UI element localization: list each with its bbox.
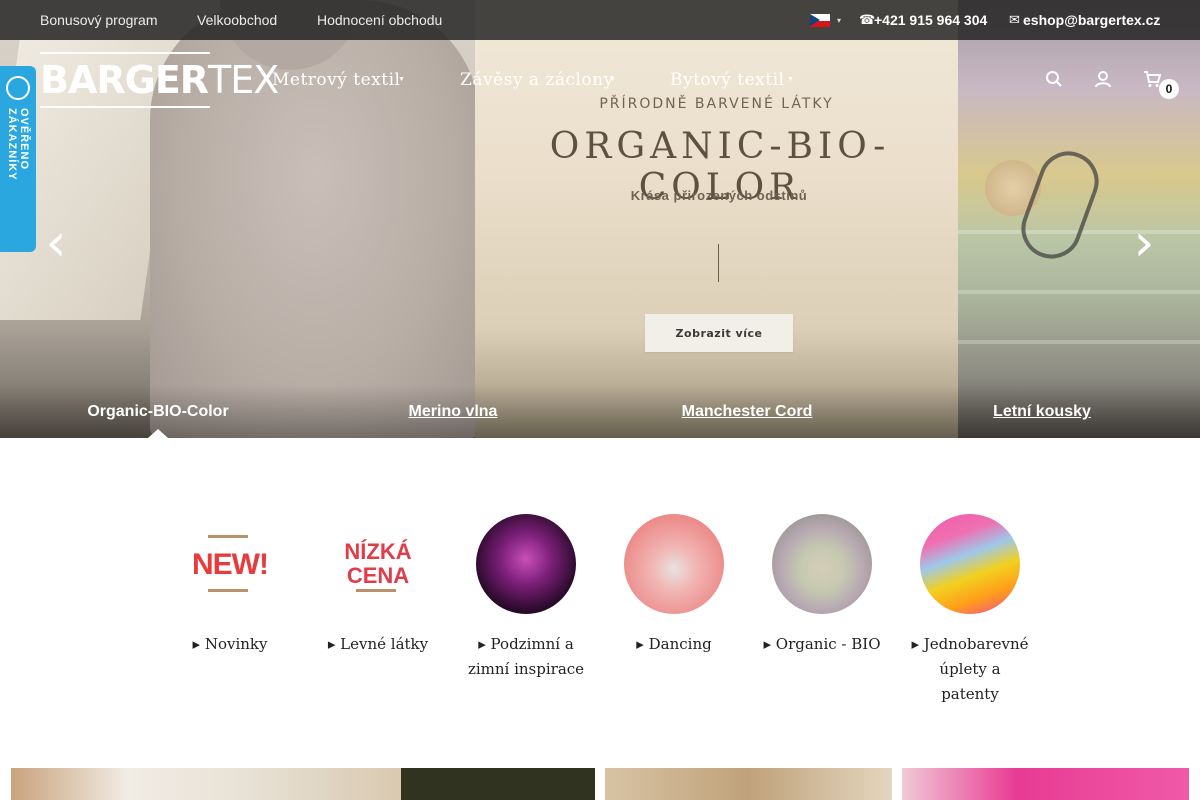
category-label: ▸ Levné látky bbox=[327, 635, 429, 653]
chevron-down-icon: ▼ bbox=[787, 76, 794, 83]
hero-banner-panel bbox=[475, 0, 958, 438]
logo[interactable]: BARGERTEX bbox=[40, 52, 279, 108]
phone-number[interactable]: +421 915 964 304 bbox=[874, 12, 987, 28]
new-badge-icon: NEW! bbox=[180, 514, 280, 614]
slider-next-icon[interactable]: › bbox=[1132, 216, 1156, 270]
hero-tab-manchester[interactable]: Manchester Cord bbox=[597, 403, 897, 421]
nav-zavesy-zaclony[interactable]: Závěsy a záclony bbox=[460, 70, 614, 90]
promo-tile-curtains[interactable] bbox=[11, 768, 401, 800]
autumn-winter-photo bbox=[476, 514, 576, 614]
cart-count-badge: 0 bbox=[1159, 79, 1179, 99]
low-price-badge-icon: NÍZKÁ CENA bbox=[328, 514, 428, 614]
flag-cz-icon[interactable] bbox=[810, 14, 830, 27]
hero-subtitle: PŘÍRODNĚ BARVENÉ LÁTKY bbox=[599, 96, 834, 112]
chevron-down-icon: ▼ bbox=[609, 76, 616, 83]
mail-icon: ✉ bbox=[1009, 12, 1020, 27]
language-chevron-down-icon[interactable]: ▾ bbox=[837, 16, 841, 25]
nav-bytovy-textil[interactable]: Bytový textil bbox=[670, 70, 784, 90]
wholesale-link[interactable]: Velkoobchod bbox=[197, 12, 277, 28]
promo-tile-jute[interactable] bbox=[605, 768, 892, 800]
active-tab-indicator bbox=[148, 429, 168, 438]
dancing-photo bbox=[624, 514, 724, 614]
verified-seal-icon bbox=[6, 76, 30, 100]
hero-description: Krása přirozených odstínů bbox=[630, 188, 808, 203]
hero-tab-letni[interactable]: Letní kousky bbox=[892, 403, 1192, 421]
top-bar: Bonusový program Velkoobchod Hodnocení o… bbox=[0, 0, 1200, 40]
category-label: ▸ Organic - BIO bbox=[763, 635, 881, 653]
phone-icon: ☎ bbox=[859, 12, 876, 27]
category-label: ▸ Dancing bbox=[636, 635, 712, 653]
hero-tab-organic[interactable]: Organic-BIO-Color bbox=[8, 403, 308, 421]
search-icon[interactable] bbox=[1043, 70, 1065, 92]
promo-tile-pink[interactable] bbox=[902, 768, 1189, 800]
promo-tile-dark[interactable] bbox=[401, 768, 595, 800]
slider-prev-icon[interactable]: ‹ bbox=[44, 216, 68, 270]
chevron-down-icon: ▼ bbox=[398, 76, 405, 83]
verified-customers-widget[interactable]: OVĚŘENO ZÁKAZNÍKY bbox=[0, 66, 36, 252]
hero-tab-merino[interactable]: Merino vlna bbox=[303, 403, 603, 421]
email-link[interactable]: eshop@bargertex.cz bbox=[1023, 12, 1160, 28]
category-label: ▸ Podzimní a zimní inspirace bbox=[467, 635, 585, 678]
nav-metrovy-textil[interactable]: Metrový textil bbox=[272, 70, 400, 90]
category-label: ▸ Novinky bbox=[192, 635, 268, 653]
user-icon[interactable] bbox=[1092, 70, 1114, 92]
hero-divider bbox=[718, 244, 719, 282]
category-label: ▸ Jednobarevné úplety a patenty bbox=[911, 635, 1029, 703]
shop-rating-link[interactable]: Hodnocení obchodu bbox=[317, 12, 442, 28]
colorful-knits-photo bbox=[920, 514, 1020, 614]
hero-cta-button[interactable]: Zobrazit více bbox=[645, 314, 793, 352]
organic-fabrics-photo bbox=[772, 514, 872, 614]
bonus-program-link[interactable]: Bonusový program bbox=[40, 12, 158, 28]
